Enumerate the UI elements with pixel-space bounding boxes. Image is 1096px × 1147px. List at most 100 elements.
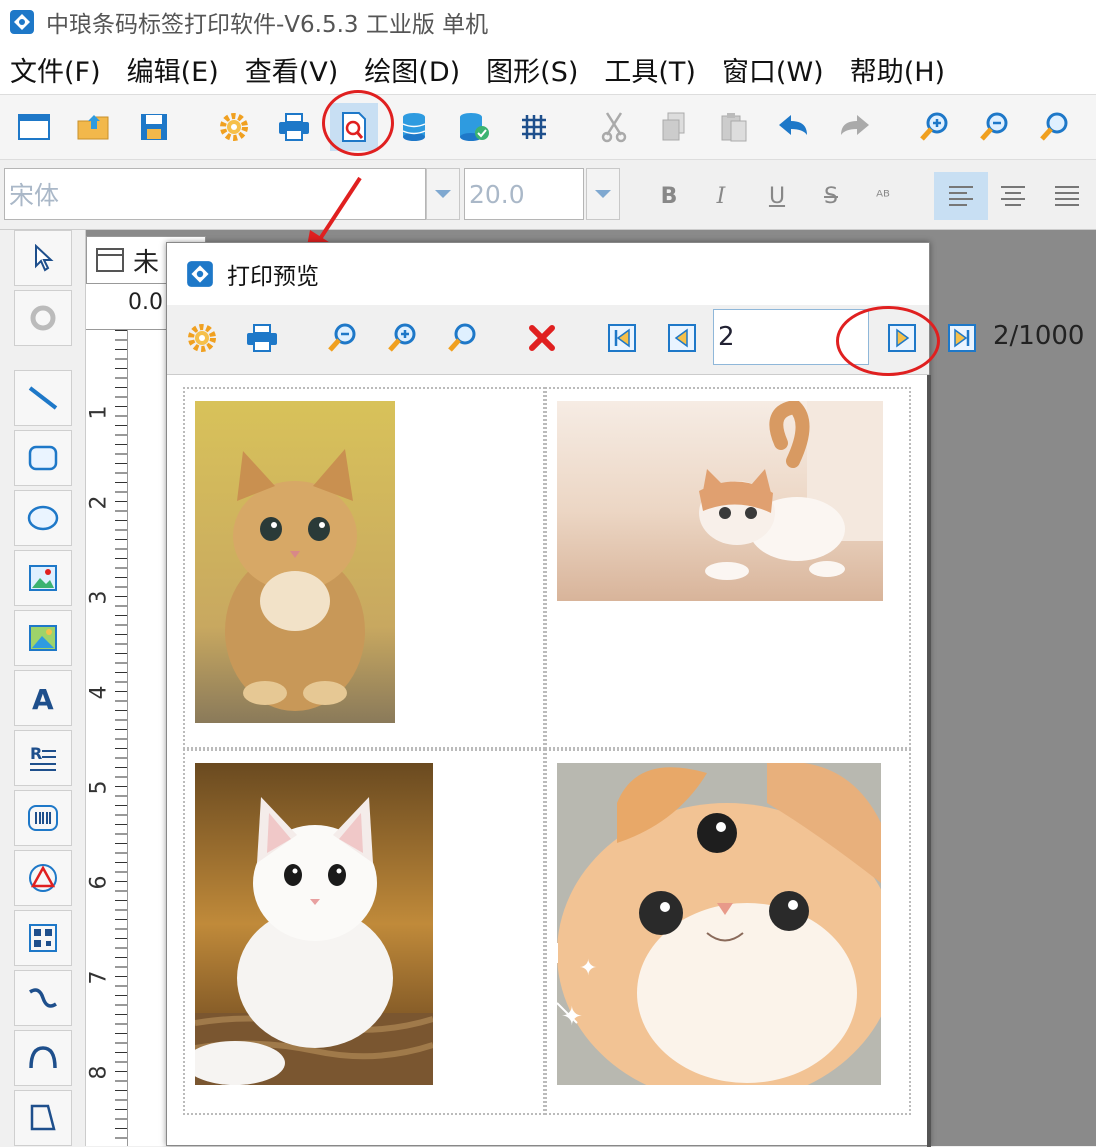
database-settings-icon bbox=[460, 113, 489, 141]
preview-zoom-fit-button[interactable] bbox=[439, 315, 485, 361]
ruler-mark: 1 bbox=[86, 405, 112, 420]
zoom-out-icon bbox=[328, 323, 356, 352]
font-name-dropdown[interactable] bbox=[426, 168, 460, 220]
copy-button[interactable] bbox=[650, 103, 698, 151]
ruler-mark: 2 bbox=[86, 495, 112, 510]
prev-page-icon bbox=[668, 324, 696, 352]
print-icon bbox=[247, 324, 277, 352]
grid-button[interactable] bbox=[510, 103, 558, 151]
ellipse-tool[interactable] bbox=[14, 490, 72, 546]
polygon-tool[interactable] bbox=[14, 1090, 72, 1146]
ruler-mark: 4 bbox=[86, 685, 112, 700]
menu-tools[interactable]: 工具(T) bbox=[604, 50, 696, 89]
shape-tool[interactable] bbox=[14, 850, 72, 906]
save-button[interactable] bbox=[130, 103, 178, 151]
redo-icon bbox=[841, 115, 869, 135]
app-title: 中琅条码标签打印软件-V6.5.3 工业版 单机 bbox=[46, 12, 489, 38]
undo-icon bbox=[779, 115, 807, 135]
picture-icon bbox=[29, 625, 57, 651]
picture-tool[interactable] bbox=[14, 610, 72, 666]
menu-file[interactable]: 文件(F) bbox=[10, 50, 101, 89]
print-button[interactable] bbox=[270, 103, 318, 151]
barcode-tool[interactable] bbox=[14, 790, 72, 846]
open-button[interactable] bbox=[70, 103, 118, 151]
zoom-out-button[interactable] bbox=[970, 103, 1018, 151]
polygon-icon bbox=[30, 1104, 56, 1131]
curve-tool[interactable] bbox=[14, 970, 72, 1026]
italic-button[interactable]: I bbox=[698, 172, 744, 220]
image-icon bbox=[29, 565, 57, 591]
save-icon bbox=[141, 114, 167, 140]
menu-shape[interactable]: 图形(S) bbox=[486, 50, 578, 89]
white-fluffy-kitten-photo bbox=[195, 763, 433, 1085]
underline-button[interactable]: U bbox=[754, 172, 800, 220]
select-tool[interactable] bbox=[14, 230, 72, 286]
label-canvas-edge bbox=[128, 330, 168, 1146]
menu-window[interactable]: 窗口(W) bbox=[722, 50, 824, 89]
bold-button[interactable]: B bbox=[646, 172, 692, 220]
rotate-icon bbox=[30, 305, 56, 331]
settings-gear-icon bbox=[220, 113, 248, 141]
align-justify-button[interactable] bbox=[1044, 172, 1090, 220]
menu-draw[interactable]: 绘图(D) bbox=[364, 50, 460, 89]
prev-page-button[interactable] bbox=[659, 315, 705, 361]
paste-icon bbox=[721, 113, 747, 142]
close-icon bbox=[529, 325, 555, 351]
cat-closeup-photo: ✦ ✦ bbox=[557, 763, 881, 1085]
arc-tool[interactable] bbox=[14, 1030, 72, 1086]
preview-print-button[interactable] bbox=[239, 315, 285, 361]
arc-icon bbox=[29, 1046, 57, 1069]
strikethrough-button[interactable]: S bbox=[808, 172, 854, 220]
database-settings-button[interactable] bbox=[450, 103, 498, 151]
database-button[interactable] bbox=[390, 103, 438, 151]
preview-highlight-circle bbox=[322, 90, 394, 156]
line-tool[interactable] bbox=[14, 370, 72, 426]
new-document-button[interactable] bbox=[10, 103, 58, 151]
title-bar: 中琅条码标签打印软件-V6.5.3 工业版 单机 bbox=[0, 0, 1096, 44]
document-tab-title: 未 bbox=[133, 247, 160, 278]
preview-zoom-in-button[interactable] bbox=[379, 315, 425, 361]
zoom-fit-button[interactable] bbox=[1030, 103, 1078, 151]
next-page-highlight-circle bbox=[836, 306, 940, 376]
settings-button[interactable] bbox=[210, 103, 258, 151]
font-size-field[interactable]: 20.0 bbox=[464, 168, 584, 220]
align-center-button[interactable] bbox=[990, 172, 1036, 220]
text-tool[interactable]: A bbox=[14, 670, 72, 726]
rounded-rectangle-icon bbox=[28, 445, 58, 471]
rich-text-tool[interactable]: R bbox=[14, 730, 72, 786]
font-size-dropdown[interactable] bbox=[586, 168, 620, 220]
print-preview-dialog: 打印预览 2 2/1000 ✦ ✦ bbox=[166, 242, 1084, 1147]
align-left-button[interactable] bbox=[934, 172, 988, 220]
app-logo-icon bbox=[187, 261, 213, 287]
svg-text:✦: ✦ bbox=[561, 1002, 583, 1032]
rectangle-tool[interactable] bbox=[14, 430, 72, 486]
ruler-mark: 3 bbox=[86, 590, 112, 605]
copy-icon bbox=[662, 112, 685, 141]
preview-settings-button[interactable] bbox=[179, 315, 225, 361]
main-toolbar bbox=[0, 94, 1096, 160]
text-effect-button[interactable]: ᴬᴮ bbox=[860, 172, 906, 220]
cut-button[interactable] bbox=[590, 103, 638, 151]
zoom-in-button[interactable] bbox=[910, 103, 958, 151]
ruler-ticks bbox=[115, 330, 127, 1146]
rotate-tool[interactable] bbox=[14, 290, 72, 346]
paste-button[interactable] bbox=[710, 103, 758, 151]
last-page-button[interactable] bbox=[939, 315, 985, 361]
menu-help[interactable]: 帮助(H) bbox=[850, 50, 945, 89]
menu-edit[interactable]: 编辑(E) bbox=[127, 50, 219, 89]
line-icon bbox=[28, 386, 58, 410]
first-page-button[interactable] bbox=[599, 315, 645, 361]
image-tool[interactable] bbox=[14, 550, 72, 606]
preview-zoom-out-button[interactable] bbox=[319, 315, 365, 361]
menu-view[interactable]: 查看(V) bbox=[245, 50, 339, 89]
settings-icon bbox=[188, 324, 216, 352]
align-center-icon bbox=[1001, 186, 1025, 206]
preview-close-button[interactable] bbox=[519, 315, 565, 361]
redo-button[interactable] bbox=[830, 103, 878, 151]
database-icon bbox=[402, 113, 426, 141]
orange-tabby-kitten-photo bbox=[195, 401, 395, 723]
dialog-title: 打印预览 bbox=[227, 264, 319, 290]
undo-button[interactable] bbox=[770, 103, 818, 151]
qrcode-tool[interactable] bbox=[14, 910, 72, 966]
barcode-icon bbox=[28, 805, 58, 831]
